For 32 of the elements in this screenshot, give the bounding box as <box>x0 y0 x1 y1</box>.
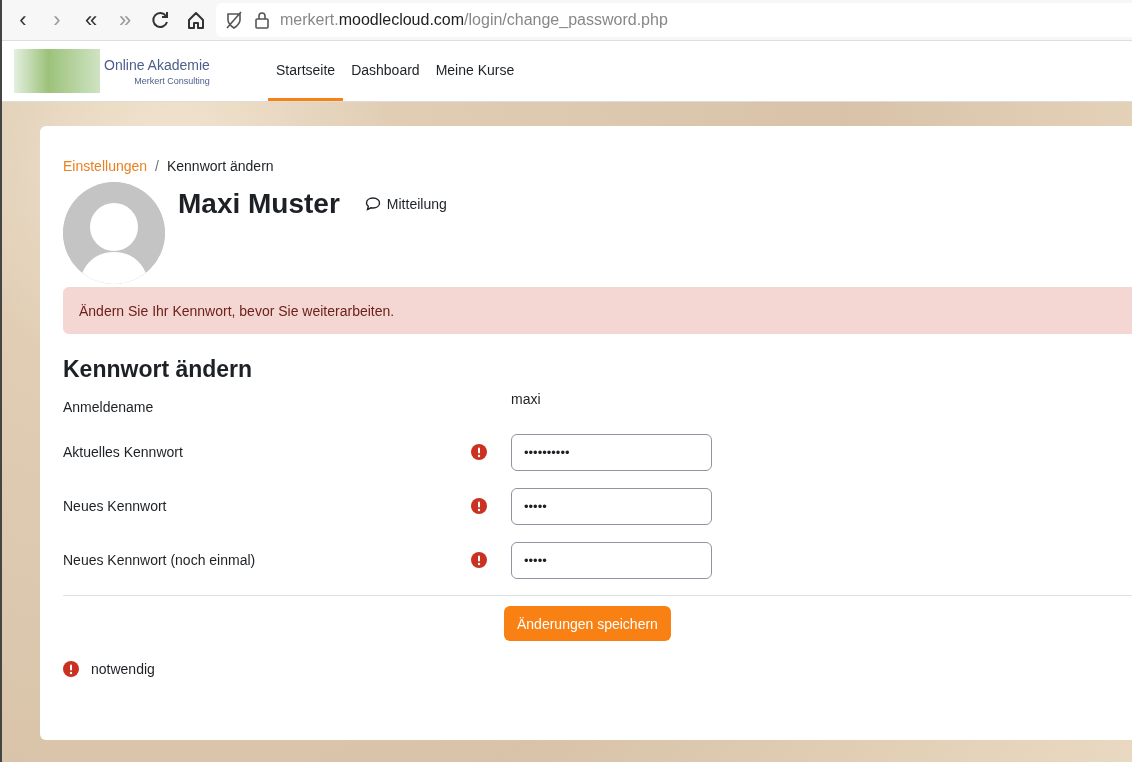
profile-name: Maxi Muster <box>178 188 340 221</box>
alert-message: Ändern Sie Ihr Kennwort, bevor Sie weiterarbeiten. <box>63 287 1132 334</box>
reload-icon[interactable] <box>150 10 170 30</box>
message-link[interactable]: Mitteilung <box>364 196 447 212</box>
nav-tab[interactable]: Meine Kurse <box>427 41 523 101</box>
password-field[interactable]: ••••• <box>511 487 712 525</box>
shield-icon <box>224 10 244 30</box>
required-icon <box>63 661 79 677</box>
field-label: Neues Kennwort <box>63 498 168 514</box>
field-label: Anmeldename <box>63 398 155 415</box>
required-icon <box>471 498 487 514</box>
field-value: maxi <box>511 391 541 407</box>
nav-tab[interactable]: Dashboard <box>343 41 428 101</box>
breadcrumb-current: Kennwort ändern <box>166 158 274 174</box>
field-label: Neues Kennwort (noch einmal) <box>63 552 257 568</box>
home-icon[interactable] <box>186 10 206 30</box>
field-label: Aktuelles Kennwort <box>63 444 184 460</box>
password-field[interactable]: •••••••••• <box>511 433 712 471</box>
required-icon <box>471 444 487 460</box>
required-note: notwendig <box>91 661 155 677</box>
back-button[interactable]: ‹ <box>8 5 38 35</box>
lock-icon <box>252 10 272 30</box>
logo-subtitle: Merkert Consulting <box>134 75 210 86</box>
first-button[interactable]: « <box>76 5 106 35</box>
required-icon <box>471 552 487 568</box>
chat-bubble-icon <box>364 197 381 211</box>
address-bar[interactable]: merkert.moodlecloud.com/login/change_password.php <box>216 3 1132 37</box>
logo-title: Online Akademie <box>104 56 210 73</box>
password-field[interactable]: ••••• <box>511 541 712 579</box>
breadcrumb-separator: / <box>155 158 159 174</box>
form-title: Kennwort ändern <box>63 356 254 383</box>
url-text: merkert.moodlecloud.com/login/change_password.php <box>280 11 668 29</box>
